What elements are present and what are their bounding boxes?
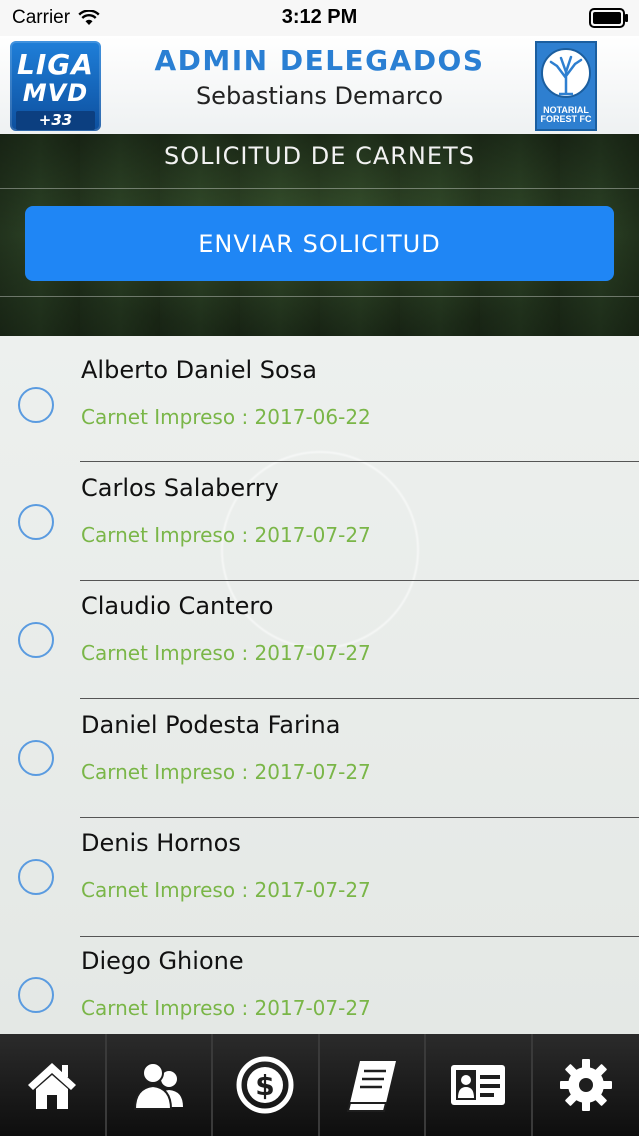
home-icon	[28, 1063, 77, 1109]
svg-text:$: $	[256, 1069, 275, 1102]
app-header: LIGA MVD +33 ADMIN DELEGADOS Sebastians …	[0, 36, 639, 134]
list-item[interactable]: Daniel Podesta Farina Carnet Impreso : 2…	[0, 691, 639, 818]
gear-icon	[559, 1059, 612, 1111]
select-radio[interactable]	[18, 977, 54, 1013]
card-status: Carnet Impreso : 2017-07-27	[81, 996, 371, 1020]
player-list: Alberto Daniel Sosa Carnet Impreso : 201…	[0, 336, 639, 1034]
tab-rules[interactable]	[319, 1034, 426, 1136]
tab-players[interactable]	[106, 1034, 213, 1136]
dollar-icon: $	[236, 1056, 294, 1114]
select-radio[interactable]	[18, 622, 54, 658]
id-card-icon	[451, 1065, 506, 1105]
select-radio[interactable]	[18, 740, 54, 776]
card-status: Carnet Impreso : 2017-07-27	[81, 523, 371, 547]
tab-cards[interactable]	[426, 1034, 533, 1136]
status-time: 3:12 PM	[281, 6, 358, 28]
player-name: Claudio Cantero	[81, 592, 274, 620]
list-item[interactable]: Denis Hornos Carnet Impreso : 2017-07-27	[0, 809, 639, 937]
player-name: Alberto Daniel Sosa	[81, 356, 317, 384]
send-request-button[interactable]: ENVIAR SOLICITUD	[25, 206, 614, 281]
list-item[interactable]: Diego Ghione Carnet Impreso : 2017-07-27	[0, 927, 639, 1034]
select-radio[interactable]	[18, 504, 54, 540]
tree-emblem-icon	[541, 48, 591, 98]
player-name: Denis Hornos	[81, 829, 241, 857]
request-banner: SOLICITUD DE CARNETS ENVIAR SOLICITUD	[0, 134, 639, 336]
player-name: Daniel Podesta Farina	[81, 711, 341, 739]
select-radio[interactable]	[18, 859, 54, 895]
list-item[interactable]: Claudio Cantero Carnet Impreso : 2017-07…	[0, 572, 639, 699]
tab-payments[interactable]: $	[213, 1034, 320, 1136]
users-icon	[133, 1062, 183, 1110]
tab-settings[interactable]	[532, 1034, 639, 1136]
league-logo-line3: +33	[16, 111, 95, 130]
club-logo: NOTARIAL FOREST FC	[535, 41, 597, 131]
section-title: SOLICITUD DE CARNETS	[164, 142, 475, 170]
card-status: Carnet Impreso : 2017-06-22	[81, 405, 371, 429]
card-status: Carnet Impreso : 2017-07-27	[81, 760, 371, 784]
status-bar: Carrier 3:12 PM	[0, 0, 639, 36]
tab-bar: $	[0, 1034, 639, 1136]
select-radio[interactable]	[18, 387, 54, 423]
club-logo-line2: FOREST FC	[540, 114, 592, 125]
battery-icon	[589, 8, 628, 28]
banner-divider	[0, 188, 639, 189]
tab-home[interactable]	[0, 1034, 107, 1136]
card-status: Carnet Impreso : 2017-07-27	[81, 878, 371, 902]
card-status: Carnet Impreso : 2017-07-27	[81, 641, 371, 665]
player-name: Carlos Salaberry	[81, 474, 279, 502]
player-name: Diego Ghione	[81, 947, 244, 975]
book-icon	[346, 1061, 396, 1112]
banner-divider	[0, 296, 639, 297]
list-item[interactable]: Carlos Salaberry Carnet Impreso : 2017-0…	[0, 454, 639, 581]
list-item[interactable]: Alberto Daniel Sosa Carnet Impreso : 201…	[0, 336, 639, 462]
club-logo-text: NOTARIAL FOREST FC	[540, 105, 592, 125]
